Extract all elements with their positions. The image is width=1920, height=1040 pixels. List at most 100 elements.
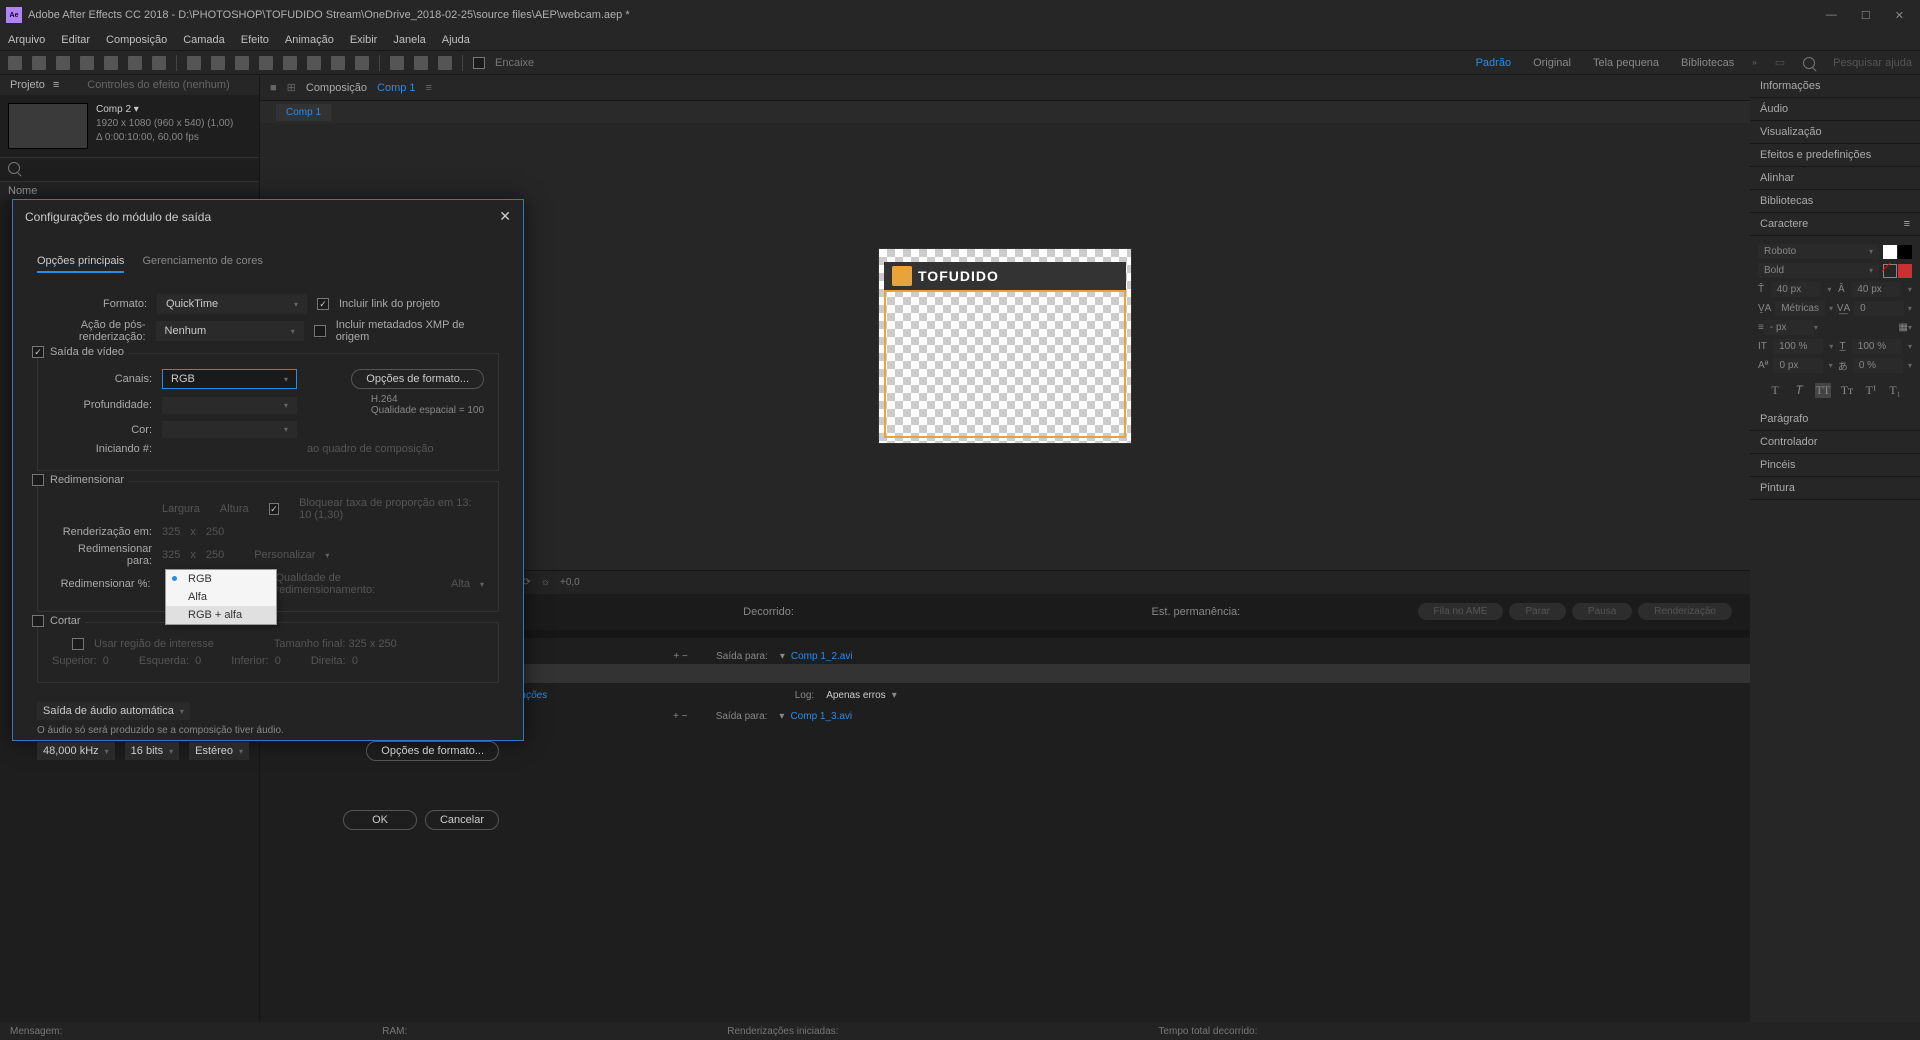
audio-channels-select[interactable]: Estéreo▾ bbox=[189, 742, 249, 760]
panel-header[interactable]: Informações bbox=[1750, 75, 1920, 98]
search-icon[interactable] bbox=[1803, 57, 1815, 69]
italic-button[interactable]: T bbox=[1791, 383, 1807, 398]
text-tool-icon[interactable] bbox=[235, 56, 249, 70]
panel-header[interactable]: Visualização bbox=[1750, 121, 1920, 144]
roto-tool-icon[interactable] bbox=[331, 56, 345, 70]
local-axis-icon[interactable] bbox=[390, 56, 404, 70]
resize-checkbox[interactable] bbox=[32, 474, 44, 486]
color-swatch[interactable] bbox=[1898, 264, 1912, 278]
snap-checkbox[interactable] bbox=[473, 57, 485, 69]
shape-tool-icon[interactable] bbox=[187, 56, 201, 70]
roi-checkbox[interactable] bbox=[72, 638, 84, 650]
effects-tab[interactable]: Controles do efeito (nenhum) bbox=[87, 79, 229, 91]
tsume-input[interactable]: 0 % bbox=[1853, 358, 1903, 373]
orbit-tool-icon[interactable] bbox=[80, 56, 94, 70]
output-path-link[interactable]: Comp 1_2.avi bbox=[791, 651, 853, 662]
menu-item[interactable]: Exibir bbox=[350, 34, 378, 46]
comp-thumbnail[interactable] bbox=[8, 103, 88, 149]
search-placeholder[interactable]: Pesquisar ajuda bbox=[1833, 57, 1912, 69]
menu-item[interactable]: Animação bbox=[285, 34, 334, 46]
panel-header[interactable]: Parágrafo bbox=[1750, 408, 1920, 431]
workspace-tab[interactable]: Padrão bbox=[1476, 57, 1511, 69]
project-search[interactable] bbox=[0, 157, 259, 182]
menu-item[interactable]: Composição bbox=[106, 34, 167, 46]
depth-select[interactable]: ▾ bbox=[162, 397, 297, 414]
stroke-width-input[interactable]: - px bbox=[1764, 320, 1814, 335]
view-axis-icon[interactable] bbox=[438, 56, 452, 70]
eraser-tool-icon[interactable] bbox=[307, 56, 321, 70]
zoom-tool-icon[interactable] bbox=[56, 56, 70, 70]
xmp-checkbox[interactable] bbox=[314, 325, 326, 337]
workspace-overflow-icon[interactable]: » bbox=[1752, 58, 1756, 67]
close-icon[interactable]: ✕ bbox=[1895, 9, 1904, 22]
font-select[interactable]: Roboto▾ bbox=[1758, 244, 1879, 259]
menu-item[interactable]: Editar bbox=[61, 34, 90, 46]
audio-bits-select[interactable]: 16 bits▾ bbox=[125, 742, 179, 760]
project-tab[interactable]: Projeto bbox=[10, 79, 45, 91]
dialog-tab[interactable]: Gerenciamento de cores bbox=[142, 251, 262, 273]
dropdown-option[interactable]: RGB bbox=[166, 570, 276, 588]
tracking-input[interactable]: 0 bbox=[1854, 301, 1904, 316]
flowchart-icon[interactable]: ⊞ bbox=[287, 81, 296, 94]
comp-tab-name[interactable]: Comp 1 bbox=[377, 82, 416, 94]
audio-hz-select[interactable]: 48,000 kHz▾ bbox=[37, 742, 115, 760]
dialog-tab[interactable]: Opções principais bbox=[37, 251, 124, 273]
subscript-button[interactable]: T₁ bbox=[1887, 383, 1903, 398]
hand-tool-icon[interactable] bbox=[32, 56, 46, 70]
maximize-icon[interactable]: ☐ bbox=[1861, 9, 1871, 22]
dialog-close-icon[interactable]: ✕ bbox=[499, 208, 511, 225]
menu-item[interactable]: Camada bbox=[183, 34, 225, 46]
dropdown-option[interactable]: Alfa bbox=[166, 588, 276, 606]
fill-swatch[interactable] bbox=[1883, 245, 1897, 259]
cancel-button[interactable]: Cancelar bbox=[425, 810, 499, 830]
selection-tool-icon[interactable] bbox=[8, 56, 22, 70]
hscale-input[interactable]: 100 % bbox=[1852, 339, 1902, 354]
panel-header[interactable]: Caractere≡ bbox=[1750, 213, 1920, 236]
minimize-icon[interactable]: — bbox=[1826, 9, 1837, 22]
comp-breadcrumb[interactable]: Comp 1 bbox=[276, 104, 331, 121]
output-path-link[interactable]: Comp 1_3.avi bbox=[790, 711, 852, 722]
superscript-button[interactable]: T¹ bbox=[1863, 383, 1879, 398]
panel-header[interactable]: Pintura bbox=[1750, 477, 1920, 500]
post-action-select[interactable]: Nenhum▾ bbox=[156, 321, 304, 341]
menu-item[interactable]: Arquivo bbox=[8, 34, 45, 46]
lock-aspect-checkbox[interactable] bbox=[269, 503, 279, 515]
panel-header[interactable]: Alinhar bbox=[1750, 167, 1920, 190]
stop-button[interactable]: Parar bbox=[1509, 603, 1565, 620]
exposure-icon[interactable]: ☼ bbox=[541, 577, 550, 588]
menu-item[interactable]: Ajuda bbox=[442, 34, 470, 46]
format-select[interactable]: QuickTime▾ bbox=[157, 294, 307, 314]
world-axis-icon[interactable] bbox=[414, 56, 428, 70]
panel-header[interactable]: Áudio bbox=[1750, 98, 1920, 121]
weight-select[interactable]: Bold▾ bbox=[1758, 263, 1879, 278]
workspace-tab[interactable]: Tela pequena bbox=[1593, 57, 1659, 69]
stroke-swatch[interactable] bbox=[1883, 264, 1897, 278]
pen-tool-icon[interactable] bbox=[211, 56, 225, 70]
color-select[interactable]: ▾ bbox=[162, 421, 297, 438]
format-options-button[interactable]: Opções de formato... bbox=[351, 369, 484, 389]
queue-ame-button[interactable]: Fila no AME bbox=[1418, 603, 1504, 620]
leading-input[interactable]: 40 px bbox=[1851, 282, 1901, 297]
menu-item[interactable]: Janela bbox=[393, 34, 425, 46]
channels-select[interactable]: RGB▾ bbox=[162, 369, 297, 389]
puppet-tool-icon[interactable] bbox=[355, 56, 369, 70]
workspace-tab[interactable]: Bibliotecas bbox=[1681, 57, 1734, 69]
smallcaps-button[interactable]: Tᴛ bbox=[1839, 383, 1855, 398]
rotate-tool-icon[interactable] bbox=[104, 56, 118, 70]
audio-mode-select[interactable]: Saída de áudio automática▾ bbox=[37, 702, 190, 720]
audio-format-options-button[interactable]: Opções de formato... bbox=[366, 741, 499, 761]
baseline-input[interactable]: 0 px bbox=[1773, 358, 1823, 373]
pause-button[interactable]: Pausa bbox=[1572, 603, 1632, 620]
pan-tool-icon[interactable] bbox=[152, 56, 166, 70]
allcaps-button[interactable]: TT bbox=[1815, 383, 1831, 398]
exposure-value[interactable]: +0,0 bbox=[560, 577, 580, 588]
panel-header[interactable]: Efeitos e predefinições bbox=[1750, 144, 1920, 167]
video-out-checkbox[interactable] bbox=[32, 346, 44, 358]
clone-tool-icon[interactable] bbox=[283, 56, 297, 70]
render-button[interactable]: Renderização bbox=[1638, 603, 1732, 620]
crop-checkbox[interactable] bbox=[32, 615, 44, 627]
workspace-tab[interactable]: Original bbox=[1533, 57, 1571, 69]
swap-swatch[interactable] bbox=[1898, 245, 1912, 259]
kerning-input[interactable]: Métricas bbox=[1775, 301, 1825, 316]
stroke-order-icon[interactable]: ▦ bbox=[1899, 322, 1908, 333]
